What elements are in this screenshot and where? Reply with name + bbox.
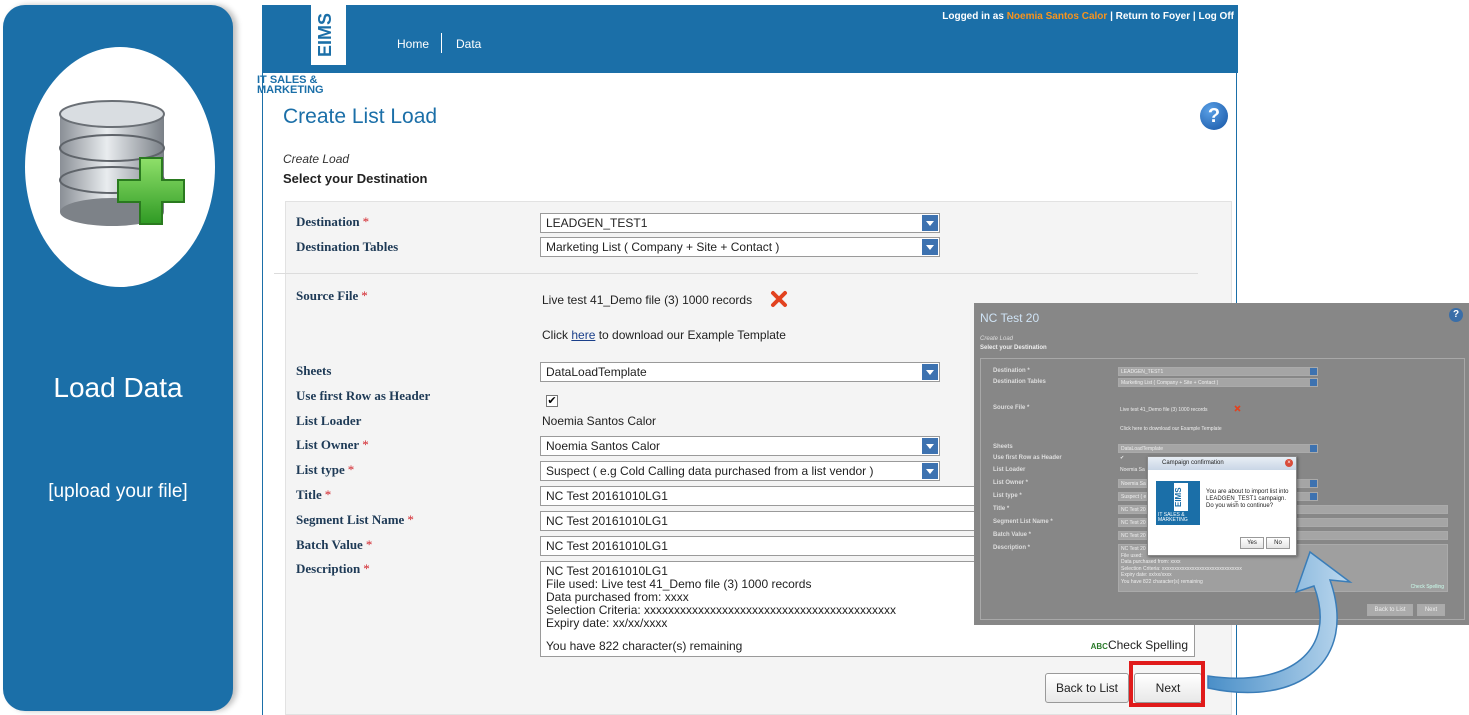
segment-list-name-label: Segment List Name *: [296, 512, 414, 527]
remove-file-icon[interactable]: [770, 290, 788, 308]
source-file-name: Live test 41_Demo file (3) 1000 records: [542, 293, 753, 307]
list-owner-label: List Owner *: [296, 437, 369, 452]
database-add-icon: [59, 100, 185, 226]
thumb-label: Batch Value *: [993, 532, 1032, 538]
sheets-select[interactable]: DataLoadTemplate: [540, 362, 940, 382]
list-type-label: List type *: [296, 462, 355, 477]
chevron-down-icon[interactable]: [922, 239, 938, 255]
thumb-step: Select your Destination: [980, 345, 1047, 351]
thumb-value: Noemia Sa: [1120, 467, 1145, 473]
thumb-value: Live test 41_Demo file (3) 1000 records: [1120, 407, 1208, 413]
thumb-breadcrumb: Create Load: [980, 336, 1014, 342]
destination-label: Destination *: [296, 214, 370, 229]
sheets-label: Sheets: [296, 363, 332, 378]
chars-remaining: You have 822 character(s) remaining: [546, 639, 743, 653]
destination-tables-select[interactable]: Marketing List ( Company + Site + Contac…: [540, 237, 940, 257]
thumb-value: ✔: [1120, 455, 1125, 461]
thumb-label: Description *: [993, 545, 1031, 551]
close-icon[interactable]: ×: [1285, 459, 1293, 467]
thumb-field: LEADGEN_TEST1: [1118, 367, 1318, 376]
thumb-field: DataLoadTemplate: [1118, 444, 1318, 453]
destination-select[interactable]: LEADGEN_TEST1: [540, 213, 940, 233]
dialog-logo: EIMS IT SALES & MARKETING: [1156, 481, 1200, 525]
list-loader-label: List Loader: [296, 413, 362, 428]
download-template-link[interactable]: here: [571, 328, 595, 342]
thumb-help-icon: ?: [1449, 308, 1463, 322]
dialog-message: You are about to import list into LEADGE…: [1206, 489, 1289, 509]
check-spelling-link[interactable]: ABCCheck Spelling: [1091, 639, 1188, 653]
dialog-logo-sub: IT SALES & MARKETING: [1158, 512, 1188, 523]
campaign-confirmation-dialog: Campaign confirmation × EIMS IT SALES & …: [1147, 456, 1297, 556]
thumb-label: Destination *: [993, 368, 1030, 374]
thumb-label: Destination Tables: [993, 379, 1046, 385]
back-to-list-button[interactable]: Back to List: [1045, 673, 1129, 703]
dialog-yes-button[interactable]: Yes: [1240, 537, 1264, 549]
promo-subtitle: [upload your file]: [48, 481, 188, 502]
thumb-label: Segment List Name *: [993, 519, 1053, 525]
thumb-label: Source File *: [993, 405, 1030, 411]
thumb-next-button: Next: [1417, 604, 1445, 616]
first-row-header-label: Use first Row as Header: [296, 388, 431, 403]
dialog-title: Campaign confirmation: [1148, 457, 1296, 470]
source-file-label: Source File *: [296, 288, 368, 303]
thumb-label: List Owner *: [993, 480, 1029, 486]
list-type-select[interactable]: Suspect ( e.g Cold Calling data purchase…: [540, 461, 940, 481]
thumb-label: Title *: [993, 506, 1010, 512]
thumb-value: Click here to download our Example Templ…: [1120, 426, 1222, 432]
list-owner-select[interactable]: Noemia Santos Calor: [540, 436, 940, 456]
thumb-label: List type *: [993, 493, 1022, 499]
curved-arrow-icon: [1207, 550, 1353, 694]
thumb-label: List Loader: [993, 467, 1026, 473]
chevron-down-icon[interactable]: [922, 215, 938, 231]
chevron-down-icon[interactable]: [922, 364, 938, 380]
spellcheck-icon: ABC: [1090, 642, 1108, 651]
template-hint: Click here to download our Example Templ…: [542, 328, 786, 342]
thumb-field: Marketing List ( Company + Site + Contac…: [1118, 378, 1318, 387]
dialog-logo-text: EIMS: [1174, 483, 1188, 511]
description-label: Description *: [296, 561, 370, 576]
thumb-label: Use first Row as Header: [993, 455, 1062, 461]
destination-tables-label: Destination Tables: [296, 239, 399, 254]
form-divider: [274, 273, 1198, 274]
first-row-header-checkbox[interactable]: ✔: [546, 395, 558, 407]
thumb-remove-icon: [1234, 405, 1241, 412]
screenshot-root: Load Data [upload your file] EIMS Home D…: [0, 0, 1469, 715]
thumb-title: NC Test 20: [980, 311, 1040, 325]
promo-panel: Load Data [upload your file]: [3, 5, 233, 711]
dialog-no-button[interactable]: No: [1266, 537, 1290, 549]
thumb-label: Sheets: [993, 444, 1013, 450]
promo-title: Load Data: [53, 372, 183, 403]
chevron-down-icon[interactable]: [922, 438, 938, 454]
list-loader-value: Noemia Santos Calor: [542, 414, 657, 428]
chevron-down-icon[interactable]: [922, 463, 938, 479]
batch-value-label: Batch Value *: [296, 537, 373, 552]
title-label: Title *: [296, 487, 332, 502]
